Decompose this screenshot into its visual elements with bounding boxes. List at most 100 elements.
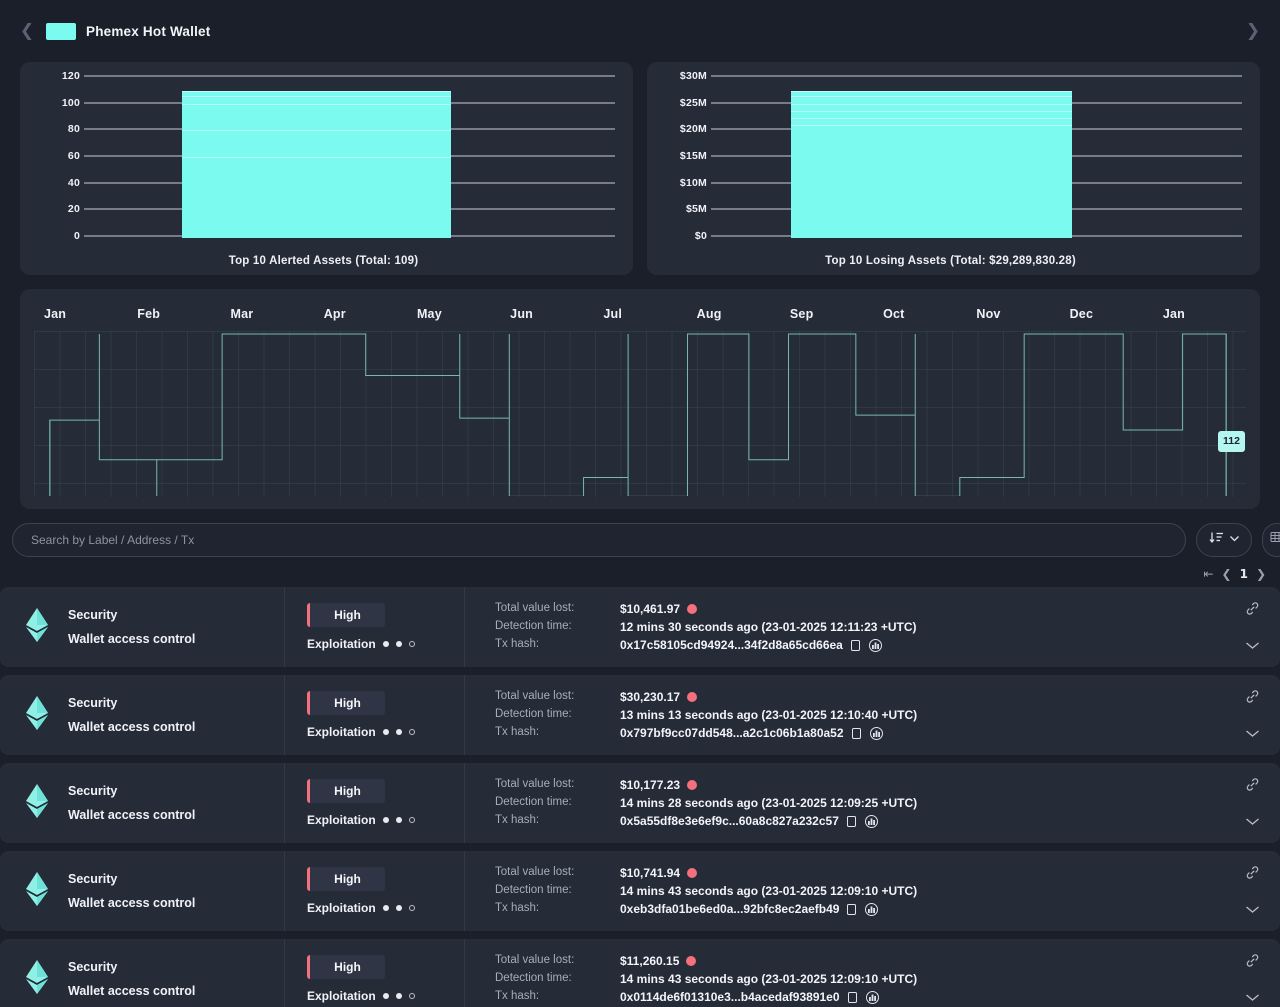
losing-assets-y-axis: $30M $25M $20M $15M $10M $5M $0 — [659, 72, 711, 250]
detail-tx-hash: 0x797bf9cc07dd548...a2c1c06b1a80a52 — [620, 726, 1224, 740]
timeline-step-line — [34, 331, 1246, 496]
month-label: Feb — [127, 307, 220, 321]
alert-stage-label: Exploitation — [307, 813, 376, 827]
severity-dot-icon — [687, 780, 697, 790]
chevron-down-icon[interactable] — [1245, 813, 1260, 831]
ethereum-icon — [24, 694, 50, 737]
first-page-icon[interactable]: ⇤ — [1203, 567, 1213, 581]
search-controls-row — [0, 509, 1280, 557]
chevron-right-icon[interactable]: ❯ — [1240, 18, 1266, 44]
alerted-assets-plot-wrap: 120 100 80 60 40 20 0 — [32, 72, 615, 250]
etherscan-icon[interactable] — [866, 991, 879, 1004]
alert-asset-cell: Security Wallet access control — [0, 851, 285, 931]
stage-dot-empty — [409, 729, 415, 735]
sort-descending-icon — [1209, 530, 1225, 551]
chevron-down-icon[interactable] — [1245, 637, 1260, 655]
chevron-down-icon[interactable] — [1245, 989, 1260, 1007]
copy-icon[interactable] — [846, 903, 858, 916]
alert-details-cell: Total value lost: $11,260.15 Detection t… — [465, 939, 1224, 1007]
alert-actions-cell — [1224, 939, 1280, 1007]
alert-subcategory: Wallet access control — [68, 632, 195, 646]
copy-icon[interactable] — [846, 815, 858, 828]
detail-label-value-lost: Total value lost: — [495, 690, 620, 704]
alert-stage-label: Exploitation — [307, 901, 376, 915]
value-lost-amount: $10,461.97 — [620, 602, 680, 616]
alert-category: Security — [68, 608, 195, 622]
value-lost-amount: $30,230.17 — [620, 690, 680, 704]
detail-detection-time: 14 mins 43 seconds ago (23-01-2025 12:09… — [620, 884, 1224, 898]
detail-label-tx-hash: Tx hash: — [495, 990, 620, 1004]
value-lost-amount: $10,177.23 — [620, 778, 680, 792]
ethereum-icon — [24, 606, 50, 649]
stage-dot-filled — [396, 905, 402, 911]
alert-stage: Exploitation — [307, 637, 464, 651]
pagination: ⇤ ❮ 1 ❯ — [0, 557, 1280, 587]
alert-details-cell: Total value lost: $30,230.17 Detection t… — [465, 675, 1224, 755]
alert-details-cell: Total value lost: $10,461.97 Detection t… — [465, 587, 1224, 667]
link-icon[interactable] — [1245, 601, 1260, 621]
table-row[interactable]: Security Wallet access control High Expl… — [0, 939, 1280, 1007]
alert-subcategory: Wallet access control — [68, 896, 195, 910]
wallet-carousel: ❮ Phemex Hot Wallet ❯ — [0, 0, 1280, 62]
table-row[interactable]: Security Wallet access control High Expl… — [0, 587, 1280, 667]
tx-hash-text: 0xeb3dfa01be6ed0a...92bfc8ec2aefb49 — [620, 902, 839, 916]
y-tick: 40 — [68, 177, 80, 189]
etherscan-icon[interactable] — [865, 903, 878, 916]
alert-actions-cell — [1224, 675, 1280, 755]
status-badge: High — [307, 867, 385, 891]
month-label: Aug — [687, 307, 780, 321]
sort-button[interactable] — [1196, 523, 1252, 557]
copy-icon[interactable] — [847, 991, 859, 1004]
chevron-left-icon[interactable]: ❮ — [14, 18, 40, 44]
month-label: Oct — [873, 307, 966, 321]
chevron-down-icon[interactable] — [1245, 725, 1260, 743]
losing-assets-caption: Top 10 Losing Assets (Total: $29,289,830… — [659, 250, 1242, 267]
alerts-list: Security Wallet access control High Expl… — [0, 587, 1280, 1007]
etherscan-icon[interactable] — [869, 639, 882, 652]
chevron-down-icon[interactable] — [1245, 901, 1260, 919]
prev-page-icon[interactable]: ❮ — [1222, 567, 1232, 581]
detail-label-detection-time: Detection time: — [495, 620, 620, 634]
copy-icon[interactable] — [851, 727, 863, 740]
tx-hash-text: 0x0114de6f01310e3...b4acedaf93891e0 — [620, 990, 840, 1004]
tx-hash-text: 0x17c58105cd94924...34f2d8a65cd66ea — [620, 638, 843, 652]
stage-dot-empty — [409, 993, 415, 999]
alerted-assets-plot — [84, 72, 615, 250]
link-icon[interactable] — [1245, 689, 1260, 709]
detail-tx-hash: 0x5a55df8e3e6ef9c...60a8c827a232c57 — [620, 814, 1224, 828]
page-number[interactable]: 1 — [1240, 567, 1248, 581]
month-label: Jun — [500, 307, 593, 321]
y-tick: 20 — [68, 203, 80, 215]
table-row[interactable]: Security Wallet access control High Expl… — [0, 763, 1280, 843]
table-row[interactable]: Security Wallet access control High Expl… — [0, 851, 1280, 931]
alert-stage-label: Exploitation — [307, 637, 376, 651]
table-view-button[interactable] — [1262, 523, 1280, 557]
alerted-assets-caption: Top 10 Alerted Assets (Total: 109) — [32, 250, 615, 267]
stage-dot-filled — [383, 641, 389, 647]
alert-asset-cell: Security Wallet access control — [0, 675, 285, 755]
stage-dot-filled — [396, 993, 402, 999]
alert-actions-cell — [1224, 587, 1280, 667]
link-icon[interactable] — [1245, 865, 1260, 885]
search-box[interactable] — [12, 523, 1186, 557]
link-icon[interactable] — [1245, 777, 1260, 797]
alert-asset-cell: Security Wallet access control — [0, 763, 285, 843]
detail-detection-time: 12 mins 30 seconds ago (23-01-2025 12:11… — [620, 620, 1224, 634]
severity-dot-icon — [687, 868, 697, 878]
alert-subcategory: Wallet access control — [68, 720, 195, 734]
ethereum-icon — [24, 958, 50, 1001]
etherscan-icon[interactable] — [865, 815, 878, 828]
alert-severity-cell: High Exploitation — [285, 939, 465, 1007]
search-input[interactable] — [31, 533, 1167, 547]
etherscan-icon[interactable] — [870, 727, 883, 740]
status-badge: High — [307, 603, 385, 627]
alert-severity-cell: High Exploitation — [285, 763, 465, 843]
link-icon[interactable] — [1245, 953, 1260, 973]
table-row[interactable]: Security Wallet access control High Expl… — [0, 675, 1280, 755]
copy-icon[interactable] — [850, 639, 862, 652]
timeline-plot[interactable]: 112 — [34, 331, 1246, 497]
month-label: Sep — [780, 307, 873, 321]
next-page-icon[interactable]: ❯ — [1256, 567, 1266, 581]
alert-category: Security — [68, 784, 195, 798]
table-view-icon — [1269, 531, 1280, 550]
